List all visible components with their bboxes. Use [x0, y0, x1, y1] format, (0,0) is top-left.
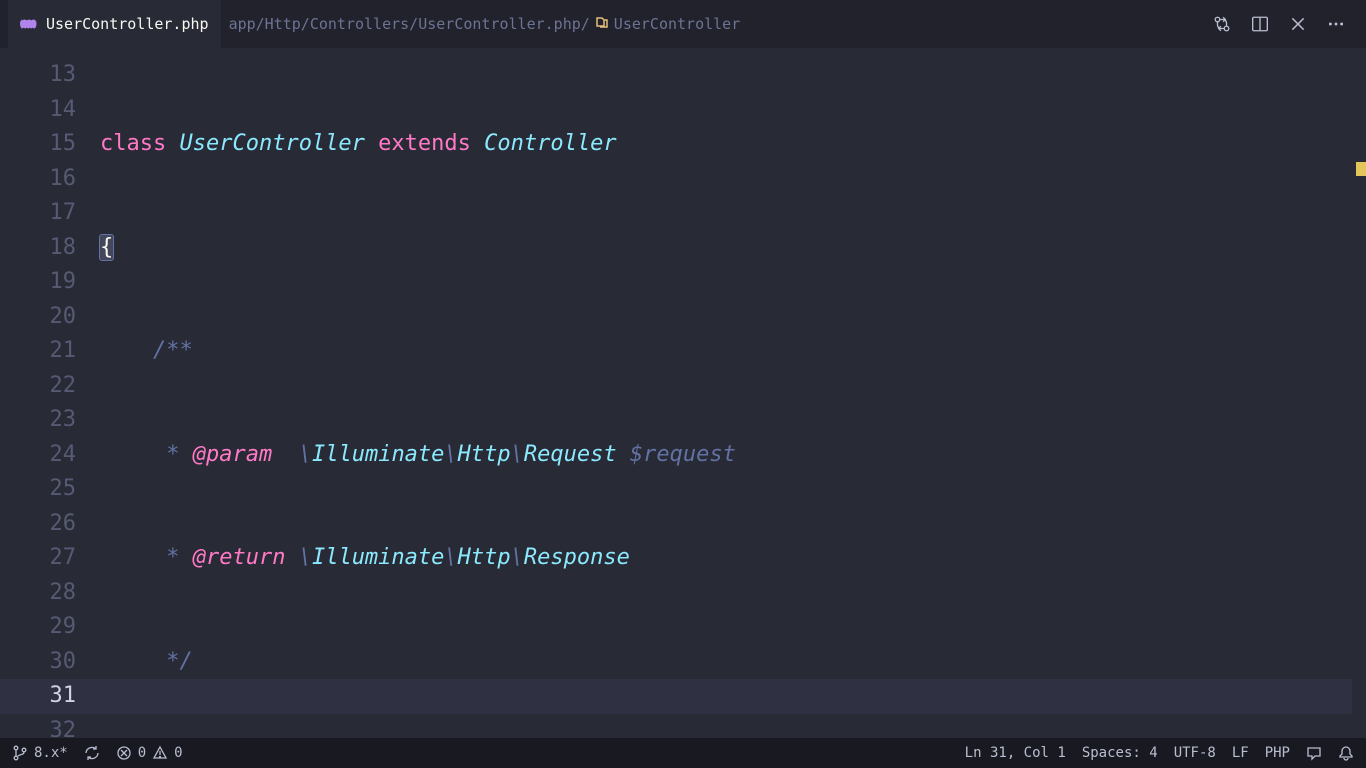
line-number: 25: [0, 472, 76, 507]
line-number: 31: [0, 679, 76, 714]
line-number: 14: [0, 93, 76, 128]
error-count: 0: [138, 745, 146, 761]
line-number: 32: [0, 714, 76, 739]
line-number: 24: [0, 438, 76, 473]
tab-label: UserController.php: [46, 15, 209, 33]
eol[interactable]: LF: [1232, 745, 1249, 761]
branch-name: 8.x*: [34, 745, 68, 761]
breadcrumb-path: app/Http/Controllers/UserController.php/: [229, 15, 590, 33]
line-number: 26: [0, 507, 76, 542]
git-branch[interactable]: 8.x*: [12, 745, 68, 761]
indentation[interactable]: Spaces: 4: [1082, 745, 1158, 761]
compare-changes-icon[interactable]: [1212, 14, 1232, 34]
code-content[interactable]: class UserController extends Controller …: [100, 48, 1366, 738]
feedback-icon[interactable]: [1306, 745, 1322, 761]
line-number: 30: [0, 645, 76, 680]
line-number: 22: [0, 369, 76, 404]
problems[interactable]: 0 0: [116, 745, 183, 761]
line-number: 29: [0, 610, 76, 645]
more-icon[interactable]: [1326, 14, 1346, 34]
split-editor-icon[interactable]: [1250, 14, 1270, 34]
language-mode[interactable]: PHP: [1265, 745, 1290, 761]
line-number: 20: [0, 300, 76, 335]
breadcrumb-symbol: UserController: [614, 15, 740, 33]
line-number: 28: [0, 576, 76, 611]
line-number: 27: [0, 541, 76, 576]
status-bar: 8.x* 0 0 Ln 31, Col 1 Spaces: 4 UTF-8 LF…: [0, 738, 1366, 768]
editor-tabbar: UserController.php app/Http/Controllers/…: [0, 0, 1366, 48]
line-number: 13: [0, 58, 76, 93]
cursor-position[interactable]: Ln 31, Col 1: [965, 745, 1066, 761]
code-editor[interactable]: 1314151617181920212223242526272829303132…: [0, 48, 1366, 738]
symbol-class-icon: [594, 14, 610, 34]
line-number: 16: [0, 162, 76, 197]
line-number: 18: [0, 231, 76, 266]
php-elephant-icon: [20, 17, 38, 31]
close-icon[interactable]: [1288, 14, 1308, 34]
tab-usercontroller[interactable]: UserController.php: [8, 0, 221, 48]
change-marker: [1356, 162, 1366, 176]
encoding[interactable]: UTF-8: [1174, 745, 1216, 761]
notifications-icon[interactable]: [1338, 745, 1354, 761]
line-number: 17: [0, 196, 76, 231]
line-number-gutter: 1314151617181920212223242526272829303132: [0, 48, 100, 738]
line-number: 19: [0, 265, 76, 300]
tab-actions: [1212, 14, 1358, 34]
warning-count: 0: [174, 745, 182, 761]
line-number: 21: [0, 334, 76, 369]
line-number: 15: [0, 127, 76, 162]
line-number: 23: [0, 403, 76, 438]
sync-button[interactable]: [84, 745, 100, 761]
breadcrumb[interactable]: app/Http/Controllers/UserController.php/…: [229, 14, 741, 34]
